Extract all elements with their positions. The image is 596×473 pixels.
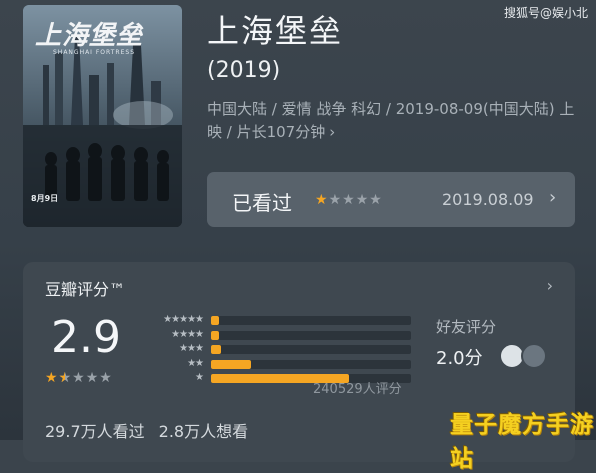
- rating-count: 240529人评分: [313, 382, 402, 397]
- star-icon: ★: [328, 192, 343, 208]
- distribution-track: [211, 345, 411, 354]
- distribution-track: [211, 359, 411, 369]
- movie-poster[interactable]: 上海堡垒 SHANGHAI FORTRESS 8月9日: [23, 5, 182, 227]
- friend-rating-score: 2.0分: [436, 348, 483, 369]
- my-rating-stars: ★★★★★: [315, 192, 383, 208]
- watermark: 搜狐号@娱小北: [503, 6, 588, 20]
- corner-logo: 量子魔方手游站: [450, 412, 594, 472]
- half-star-icon: ★: [59, 370, 66, 386]
- star-icon: ★: [72, 370, 86, 386]
- score-stars: ★★★★★★: [45, 370, 113, 386]
- distribution-bar: [211, 359, 251, 369]
- chevron-right-icon: ›: [329, 123, 336, 141]
- watched-count[interactable]: 29.7万人看过: [45, 422, 145, 441]
- poster-date: 8月9日: [31, 194, 59, 203]
- want-count[interactable]: 2.8万人想看: [159, 422, 248, 441]
- watched-status-bar[interactable]: 已看过 ★★★★★ 2019.08.09 ›: [207, 172, 575, 227]
- rating-card-title: 豆瓣评分™: [45, 280, 126, 299]
- watched-label: 已看过: [232, 191, 292, 215]
- friend-avatar[interactable]: [521, 343, 547, 369]
- movie-meta-link[interactable]: 中国大陆 / 爱情 战争 科幻 / 2019-08-09(中国大陆) 上映 / …: [207, 98, 587, 144]
- star-icon: ★: [85, 370, 100, 386]
- douban-score: 2.9: [51, 312, 121, 363]
- star-icon: ★: [355, 192, 370, 208]
- star-icon: ★: [99, 370, 113, 386]
- distribution-track: [211, 316, 411, 325]
- poster-title: 上海堡垒: [35, 21, 144, 51]
- distribution-stars-label: ★★: [187, 357, 204, 369]
- friend-rating-title: 好友评分: [436, 318, 497, 336]
- movie-year: (2019): [207, 58, 281, 83]
- chevron-right-icon: ›: [549, 187, 557, 208]
- movie-title: 上海堡垒: [207, 12, 344, 50]
- distribution-stars-label: ★★★★★: [163, 314, 204, 325]
- distribution-track: [211, 330, 411, 340]
- distribution-stars-label: ★★★: [179, 343, 204, 354]
- distribution-bar: [211, 330, 219, 340]
- distribution-stars-label: ★★★★: [171, 328, 204, 340]
- star-icon: ★: [369, 192, 383, 208]
- star-icon: ★: [342, 192, 356, 208]
- chevron-right-icon: ›: [546, 276, 553, 295]
- distribution-stars-label: ★: [195, 372, 204, 383]
- star-icon: ★: [315, 192, 329, 208]
- star-icon: ★★: [58, 370, 73, 386]
- movie-meta: 中国大陆 / 爱情 战争 科幻 / 2019-08-09(中国大陆) 上映 / …: [207, 100, 575, 141]
- poster-subtitle: SHANGHAI FORTRESS: [53, 49, 136, 56]
- watched-date: 2019.08.09: [442, 190, 534, 209]
- card-footer: 29.7万人看过 2.8万人想看: [45, 418, 262, 442]
- star-icon: ★: [45, 370, 59, 386]
- distribution-bar: [211, 345, 221, 354]
- distribution-bar: [211, 316, 219, 325]
